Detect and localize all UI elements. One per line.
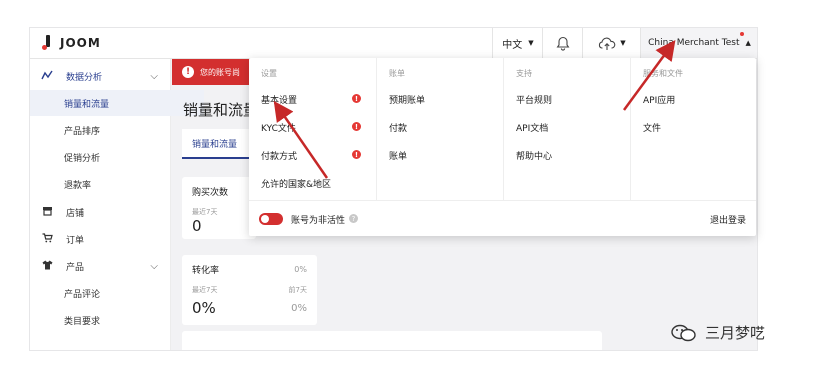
joom-logo-icon: [42, 35, 52, 51]
page-title: 销量和流量: [183, 101, 259, 119]
account-name: China Merchant Test: [648, 38, 740, 48]
cart-icon: [38, 232, 56, 246]
menu-item-kyc-documents[interactable]: KYC文件: [261, 121, 296, 134]
analytics-icon: [38, 70, 56, 83]
card-value: 0: [192, 217, 202, 235]
account-menu-button[interactable]: China Merchant Test ▲: [640, 28, 757, 58]
sidebar-item-label: 促销分析: [64, 153, 101, 164]
dropdown-footer: 账号为非活性 ? 退出登录: [249, 200, 756, 237]
warning-icon: !: [352, 122, 361, 131]
menu-item-api-docs[interactable]: API文档: [516, 121, 548, 134]
metric-card-purchases: 购买次数 最近7天 0: [182, 177, 256, 239]
tab-label: 销量和流量: [192, 139, 238, 150]
account-dropdown-menu: 设置 基本设置 ! KYC文件 ! 付款方式 ! 允许的国家&地区 账单 预期账…: [249, 58, 756, 236]
sidebar-item-label: 店铺: [66, 208, 85, 219]
menu-item-payment-methods[interactable]: 付款方式: [261, 149, 297, 162]
card-compare-top: 0%: [294, 265, 307, 274]
sidebar-item-store[interactable]: 店铺: [30, 199, 170, 225]
account-active-toggle[interactable]: [259, 213, 283, 225]
sidebar-item-label: 退款率: [64, 180, 92, 191]
menu-item-api-apps[interactable]: API应用: [643, 93, 675, 106]
column-header: 服务和文件: [643, 69, 683, 78]
sidebar-item-label: 产品排序: [64, 126, 101, 137]
menu-item-bills[interactable]: 账单: [389, 149, 407, 162]
warning-icon: !: [352, 94, 361, 103]
caret-down-icon: ▼: [620, 39, 626, 47]
logo-text: JOOM: [60, 36, 101, 50]
menu-column-support: 支持 平台规则 API文档 帮助中心: [504, 58, 631, 200]
shirt-icon: [38, 260, 56, 273]
sidebar-item-label: 类目要求: [64, 316, 101, 327]
notification-dot: [740, 32, 744, 36]
column-header: 支持: [516, 69, 532, 78]
card-compare-period: 前7天: [288, 286, 307, 294]
watermark-text: 三月梦呓: [705, 324, 766, 342]
toggle-knob: [261, 215, 269, 223]
chevron-down-icon[interactable]: ⌵: [150, 261, 158, 272]
caret-down-icon: ▼: [528, 39, 534, 47]
wechat-icon: [671, 324, 696, 341]
menu-column-billing: 账单 预期账单 付款 账单: [377, 58, 504, 200]
watermark: 三月梦呓: [671, 322, 765, 343]
sidebar-item-orders[interactable]: 订单: [30, 226, 170, 252]
menu-item-files[interactable]: 文件: [643, 121, 661, 134]
column-header: 设置: [261, 69, 277, 78]
cloud-upload-icon: [599, 37, 616, 50]
sidebar: 数据分析 ⌵ 销量和流量 产品排序 促销分析 退款率 店铺 订单 产品 ⌵ 产品…: [30, 59, 204, 350]
card-period: 最近7天: [192, 286, 218, 294]
sidebar-item-label: 产品评论: [64, 289, 101, 300]
card-period: 最近7天: [192, 208, 218, 216]
help-icon[interactable]: ?: [349, 214, 358, 223]
menu-item-help-center[interactable]: 帮助中心: [516, 149, 552, 162]
notifications-button[interactable]: [542, 28, 583, 58]
menu-item-platform-rules[interactable]: 平台规则: [516, 93, 552, 106]
metric-card-conversion: 转化率 0% 最近7天 前7天 0% 0%: [182, 255, 317, 325]
sidebar-item-label: 订单: [66, 235, 85, 246]
alert-text: 您的账号尚: [200, 67, 240, 77]
language-label: 中文: [502, 39, 523, 51]
joom-logo[interactable]: JOOM: [42, 35, 101, 51]
sidebar-item-label: 产品: [66, 262, 85, 273]
menu-item-allowed-regions[interactable]: 允许的国家&地区: [261, 177, 331, 190]
warning-icon: !: [352, 150, 361, 159]
column-header: 账单: [389, 69, 405, 78]
sidebar-item-analytics[interactable]: 数据分析 ⌵: [30, 63, 170, 89]
caret-up-icon: ▲: [745, 39, 751, 47]
menu-item-expected-bills[interactable]: 预期账单: [389, 93, 425, 106]
card-compare-value: 0%: [291, 303, 307, 314]
tab-sales-traffic[interactable]: 销量和流量: [182, 129, 250, 159]
lower-panel: [182, 331, 602, 350]
chevron-down-icon[interactable]: ⌵: [150, 71, 158, 82]
menu-item-payments[interactable]: 付款: [389, 121, 407, 134]
menu-column-settings: 设置 基本设置 ! KYC文件 ! 付款方式 ! 允许的国家&地区: [249, 58, 377, 200]
sidebar-item-label: 数据分析: [66, 72, 103, 83]
menu-column-services: 服务和文件 API应用 文件: [631, 58, 756, 200]
sidebar-item-products[interactable]: 产品 ⌵: [30, 253, 170, 279]
upload-menu-button[interactable]: ▼: [582, 28, 641, 58]
store-icon: [38, 206, 56, 219]
card-title: 购买次数: [192, 188, 229, 198]
account-alert-banner[interactable]: ! 您的账号尚: [172, 59, 250, 85]
card-title: 转化率: [192, 266, 220, 276]
language-selector[interactable]: 中文 ▼: [492, 28, 543, 58]
top-bar: JOOM 中文 ▼ ▼ China Merchant Test ▲: [30, 28, 757, 59]
exclamation-icon: !: [182, 66, 194, 78]
bell-icon: [556, 36, 570, 51]
card-value: 0%: [192, 299, 216, 317]
sidebar-item-label: 销量和流量: [64, 99, 110, 110]
menu-item-basic-settings[interactable]: 基本设置: [261, 93, 297, 106]
account-status-label: 账号为非活性: [291, 216, 346, 226]
logout-link[interactable]: 退出登录: [710, 213, 746, 226]
